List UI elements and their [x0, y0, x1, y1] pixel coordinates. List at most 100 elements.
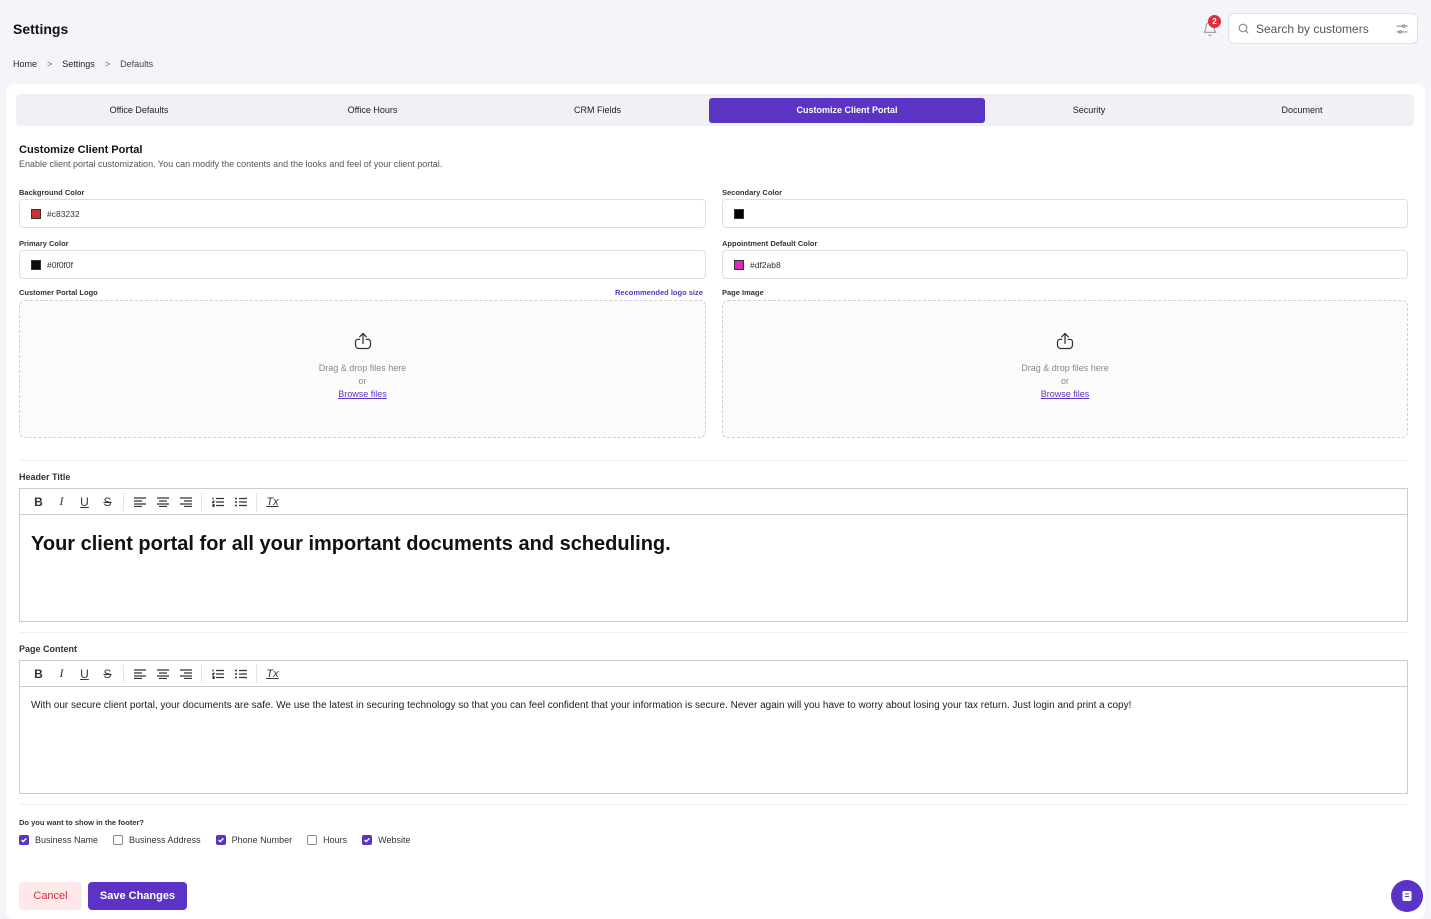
chat-button[interactable] [1391, 880, 1423, 912]
toolbar-separator [256, 664, 257, 683]
portal-logo-dropzone[interactable]: Drag & drop files here or Browse files [19, 300, 706, 438]
checkbox-website[interactable]: Website [362, 835, 411, 845]
header-title-text: Your client portal for all your importan… [31, 533, 671, 555]
breadcrumb-separator: > [47, 59, 53, 69]
color-swatch[interactable] [734, 259, 744, 270]
secondary-color-field[interactable] [722, 199, 1408, 228]
checkbox[interactable] [19, 835, 29, 845]
bold-button[interactable]: B [27, 664, 50, 684]
page-content-label: Page Content [19, 644, 78, 654]
bullet-list-icon [234, 497, 247, 506]
page-title: Settings [13, 21, 69, 37]
search-input[interactable] [1256, 21, 1395, 36]
appointment-color-label: Appointment Default Color [722, 239, 818, 248]
drag-drop-text: Drag & drop files here [318, 363, 407, 373]
strikethrough-button[interactable]: S [96, 664, 119, 684]
color-swatch[interactable] [734, 208, 744, 219]
checkbox-label: Hours [323, 835, 348, 845]
recommended-logo-size-link[interactable]: Recommended logo size [615, 288, 703, 297]
checkbox-business-name[interactable]: Business Name [19, 835, 98, 845]
bullet-list-button[interactable] [229, 664, 252, 684]
drag-drop-text: Drag & drop files here [1021, 363, 1109, 373]
or-text: or [358, 376, 367, 386]
appointment-color-field[interactable]: #df2ab8 [722, 250, 1408, 279]
secondary-color-label: Secondary Color [722, 188, 783, 197]
save-changes-button[interactable]: Save Changes [88, 882, 187, 910]
underline-button[interactable]: U [73, 492, 96, 512]
italic-button[interactable]: I [50, 664, 73, 684]
italic-button[interactable]: I [50, 492, 73, 512]
strikethrough-button[interactable]: S [96, 492, 119, 512]
divider [19, 460, 1408, 461]
checkbox[interactable] [113, 835, 124, 845]
align-center-icon [156, 496, 169, 507]
page-image-dropzone[interactable]: Drag & drop files here or Browse files [722, 300, 1408, 438]
search-box [1228, 13, 1418, 44]
toolbar-separator [256, 492, 257, 511]
ordered-list-icon [211, 497, 224, 507]
breadcrumb-defaults: Defaults [120, 59, 154, 69]
align-center-button[interactable] [151, 664, 174, 684]
tab-customize-client-portal[interactable]: Customize Client Portal [709, 97, 985, 123]
footer-options: Business Name Business Address Phone Num… [19, 835, 426, 845]
background-color-value: #c83232 [47, 208, 80, 219]
sliders-icon[interactable] [1395, 22, 1409, 36]
color-swatch[interactable] [31, 259, 41, 270]
check-icon [217, 837, 224, 843]
align-left-button[interactable] [128, 664, 151, 684]
breadcrumb: Home > Settings > Defaults [13, 59, 153, 69]
tab-crm-fields[interactable]: CRM Fields [486, 98, 709, 123]
ordered-list-icon [211, 669, 224, 679]
cancel-button[interactable]: Cancel [19, 882, 82, 910]
editor-content-area[interactable]: With our secure client portal, your docu… [20, 687, 1407, 711]
primary-color-label: Primary Color [19, 239, 69, 248]
upload-icon [354, 332, 371, 350]
tab-office-hours[interactable]: Office Hours [259, 98, 486, 123]
checkbox-hours[interactable]: Hours [307, 835, 347, 845]
toolbar-separator [123, 492, 124, 511]
checkbox-business-address[interactable]: Business Address [113, 835, 201, 845]
clear-format-button[interactable]: Tx [261, 664, 284, 684]
checkbox[interactable] [215, 835, 226, 845]
browse-files-link[interactable]: Browse files [338, 389, 387, 399]
editor-content-area[interactable]: Your client portal for all your importan… [20, 515, 1407, 556]
background-color-field[interactable]: #c83232 [19, 199, 706, 228]
breadcrumb-settings[interactable]: Settings [62, 59, 95, 69]
ordered-list-button[interactable] [206, 492, 229, 512]
check-icon [364, 837, 371, 843]
align-right-icon [179, 496, 192, 507]
browse-files-link[interactable]: Browse files [1041, 389, 1090, 399]
align-right-button[interactable] [174, 664, 197, 684]
footer-options-question: Do you want to show in the footer? [19, 818, 144, 827]
underline-button[interactable]: U [73, 664, 96, 684]
tab-security[interactable]: Security [985, 98, 1193, 123]
or-text: or [1060, 376, 1069, 386]
divider [19, 804, 1408, 805]
align-center-icon [156, 668, 169, 679]
divider [19, 632, 1408, 633]
breadcrumb-separator: > [104, 59, 111, 69]
chat-icon [1402, 891, 1412, 901]
checkbox-phone-number[interactable]: Phone Number [215, 835, 293, 845]
tab-document[interactable]: Document [1193, 98, 1411, 123]
bullet-list-button[interactable] [229, 492, 252, 512]
breadcrumb-home[interactable]: Home [13, 59, 37, 69]
bold-button[interactable]: B [27, 492, 50, 512]
background-color-label: Background Color [19, 188, 85, 197]
editor-toolbar: B I U S Tx [20, 661, 1407, 687]
upload-icon [1056, 332, 1074, 350]
align-center-button[interactable] [151, 492, 174, 512]
notification-badge: 2 [1208, 15, 1221, 28]
color-swatch[interactable] [31, 208, 41, 219]
checkbox[interactable] [307, 835, 318, 845]
align-right-button[interactable] [174, 492, 197, 512]
checkbox-label: Phone Number [231, 835, 293, 845]
settings-card: Office Defaults Office Hours CRM Fields … [6, 84, 1425, 919]
ordered-list-button[interactable] [206, 664, 229, 684]
header-title-label: Header Title [19, 472, 71, 482]
align-left-button[interactable] [128, 492, 151, 512]
clear-format-button[interactable]: Tx [261, 492, 284, 512]
checkbox[interactable] [362, 835, 373, 845]
tab-office-defaults[interactable]: Office Defaults [19, 98, 259, 123]
primary-color-field[interactable]: #0f0f0f [19, 250, 706, 279]
